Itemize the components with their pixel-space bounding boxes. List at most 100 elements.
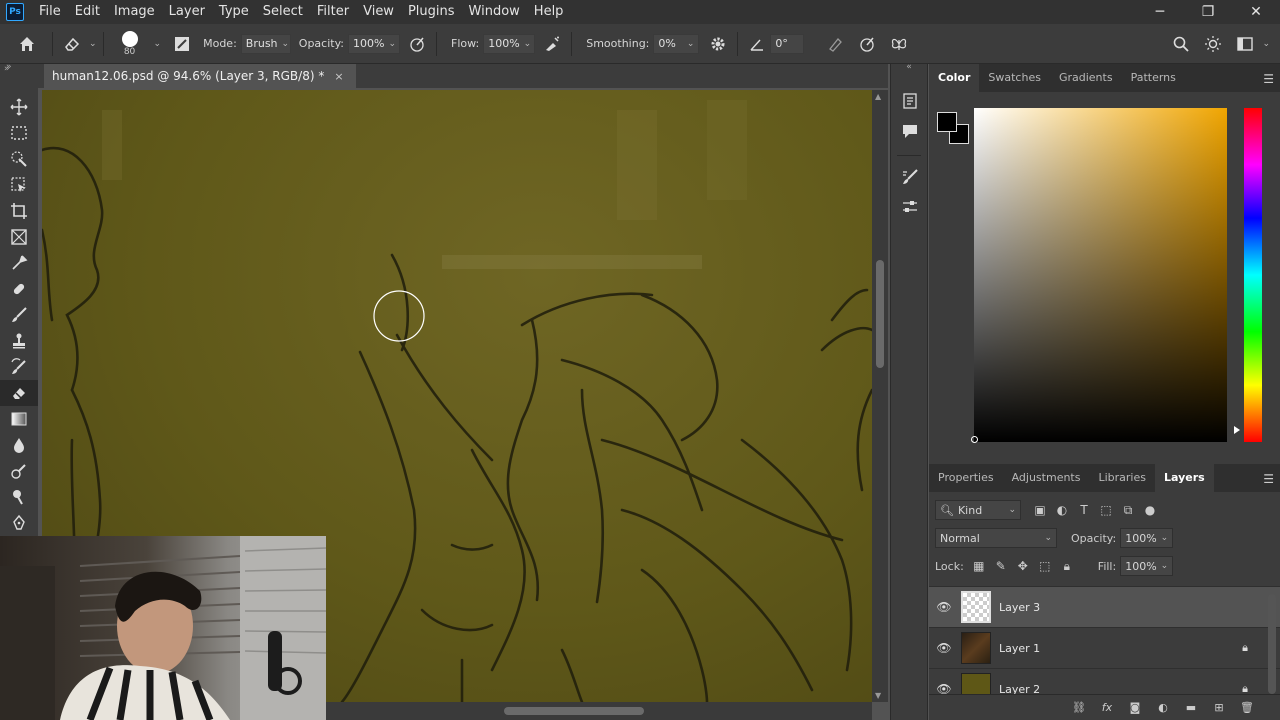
color-field[interactable] [974,108,1227,442]
tab-layers[interactable]: Layers [1155,464,1214,492]
horizontal-scroll-thumb[interactable] [504,707,644,715]
butterfly-symmetry-icon[interactable] [886,31,912,57]
pixel-filter-icon[interactable]: ▣ [1029,500,1051,520]
object-selection-tool-icon[interactable] [0,172,38,198]
fill-field[interactable]: 100% ⌄ [1120,556,1174,576]
quick-selection-tool-icon[interactable] [0,146,38,172]
trash-icon[interactable]: 🗑︎ [1238,699,1256,717]
chevron-down-icon[interactable]: ⌄ [154,39,162,49]
search-icon[interactable] [1168,31,1194,57]
vertical-scrollbar[interactable]: ▲ ▼ [872,90,888,702]
lock-position-icon[interactable]: ✥ [1012,559,1034,573]
pressure-size-icon[interactable] [822,31,848,57]
minimize-button[interactable]: ─ [1136,0,1184,24]
workspace-icon[interactable] [1232,31,1258,57]
tab-color[interactable]: Color [929,64,980,92]
healing-brush-tool-icon[interactable] [0,276,38,302]
tab-properties[interactable]: Properties [929,464,1003,492]
airbrush-icon[interactable] [539,31,565,57]
home-icon[interactable] [14,31,40,57]
vertical-scroll-thumb[interactable] [876,260,884,368]
foreground-color-swatch[interactable] [937,112,957,132]
panel-menu-icon[interactable]: ☰ [1263,472,1274,486]
close-tab-icon[interactable]: × [334,70,343,83]
mode-select[interactable]: Brush ⌄ [240,33,291,54]
flow-field[interactable]: 100% ⌄ [483,33,536,54]
layer-kind-filter[interactable]: 🔍︎ Kind ⌄ [935,500,1021,520]
eyedropper-tool-icon[interactable] [0,250,38,276]
layer-row[interactable]: 👁︎ Layer 1 🔒︎ [929,627,1280,668]
menu-window[interactable]: Window [462,0,527,24]
history-brush-tool-icon[interactable] [0,354,38,380]
layer-row[interactable]: 👁︎ Layer 3 [929,586,1280,627]
eye-icon[interactable]: 👁︎ [929,600,959,614]
restore-button[interactable]: ❐ [1184,0,1232,24]
marquee-tool-icon[interactable] [0,120,38,146]
menu-select[interactable]: Select [256,0,310,24]
pen-pressure-icon[interactable] [854,31,880,57]
tab-libraries[interactable]: Libraries [1089,464,1155,492]
add-mask-icon[interactable]: ◙ [1126,699,1144,717]
hue-slider[interactable] [1244,108,1262,442]
smart-object-filter-icon[interactable]: ⧉ [1117,500,1139,520]
menu-filter[interactable]: Filter [310,0,356,24]
move-tool-icon[interactable] [0,94,38,120]
new-layer-icon[interactable]: ⊞ [1210,699,1228,717]
close-button[interactable]: ✕ [1232,0,1280,24]
eraser-tool-icon[interactable] [0,380,38,406]
layer-name[interactable]: Layer 1 [999,642,1040,655]
color-picker-marker[interactable] [971,436,978,443]
tab-swatches[interactable]: Swatches [979,64,1050,92]
document-tab[interactable]: human12.06.psd @ 94.6% (Layer 3, RGB/8) … [44,64,356,88]
smoothing-field[interactable]: 0% ⌄ [653,33,700,54]
adjustments-panel-icon[interactable] [891,192,929,222]
brush-settings-panel-icon[interactable] [891,162,929,192]
tab-adjustments[interactable]: Adjustments [1003,464,1090,492]
menu-edit[interactable]: Edit [68,0,107,24]
menu-plugins[interactable]: Plugins [401,0,462,24]
gradient-tool-icon[interactable] [0,406,38,432]
chevron-down-icon[interactable]: ⌄ [1262,39,1270,49]
shape-filter-icon[interactable]: ⬚ [1095,500,1117,520]
expand-icon[interactable]: « [891,63,927,72]
lock-transparent-pixels-icon[interactable]: ▦ [968,559,990,573]
lock-image-pixels-icon[interactable]: ✎ [990,559,1012,573]
collapse-icon[interactable]: » [4,64,10,74]
layer-style-icon[interactable]: fx [1098,699,1116,717]
link-layers-icon[interactable]: ⛓︎ [1070,699,1088,717]
new-adjustment-layer-icon[interactable]: ◐ [1154,699,1172,717]
menu-type[interactable]: Type [212,0,256,24]
lock-all-icon[interactable]: 🔒︎ [1056,559,1078,574]
menu-help[interactable]: Help [527,0,571,24]
brush-tool-icon[interactable] [0,302,38,328]
menu-view[interactable]: View [356,0,401,24]
dodge-tool-icon[interactable] [0,458,38,484]
hue-slider-marker[interactable] [1234,426,1240,434]
discover-lightbulb-icon[interactable] [1200,31,1226,57]
new-group-icon[interactable]: ▬ [1182,699,1200,717]
menu-file[interactable]: File [32,0,68,24]
tab-gradients[interactable]: Gradients [1050,64,1122,92]
clone-stamp-tool-icon[interactable] [0,328,38,354]
foreground-background-swatches[interactable] [937,112,971,146]
menu-layer[interactable]: Layer [162,0,212,24]
dodge-burn-tool-icon[interactable] [0,484,38,510]
type-filter-icon[interactable]: T [1073,500,1095,520]
angle-field[interactable]: 0° [770,33,805,54]
brush-settings-icon[interactable] [169,31,195,57]
history-panel-icon[interactable] [891,86,929,116]
crop-tool-icon[interactable] [0,198,38,224]
menu-image[interactable]: Image [107,0,162,24]
pressure-opacity-icon[interactable] [404,31,430,57]
layers-scrollbar[interactable] [1268,594,1276,694]
opacity-field[interactable]: 100% ⌄ [348,33,400,54]
brush-preset-picker[interactable]: 80 [110,27,150,61]
frame-tool-icon[interactable] [0,224,38,250]
panel-menu-icon[interactable]: ☰ [1263,72,1274,86]
filter-toggle-icon[interactable]: ● [1139,500,1161,520]
blur-tool-icon[interactable] [0,432,38,458]
lock-artboard-icon[interactable]: ⬚ [1034,559,1056,573]
comments-panel-icon[interactable] [891,116,929,146]
layer-opacity-field[interactable]: 100% ⌄ [1120,528,1174,548]
eraser-preset-icon[interactable] [59,31,85,57]
